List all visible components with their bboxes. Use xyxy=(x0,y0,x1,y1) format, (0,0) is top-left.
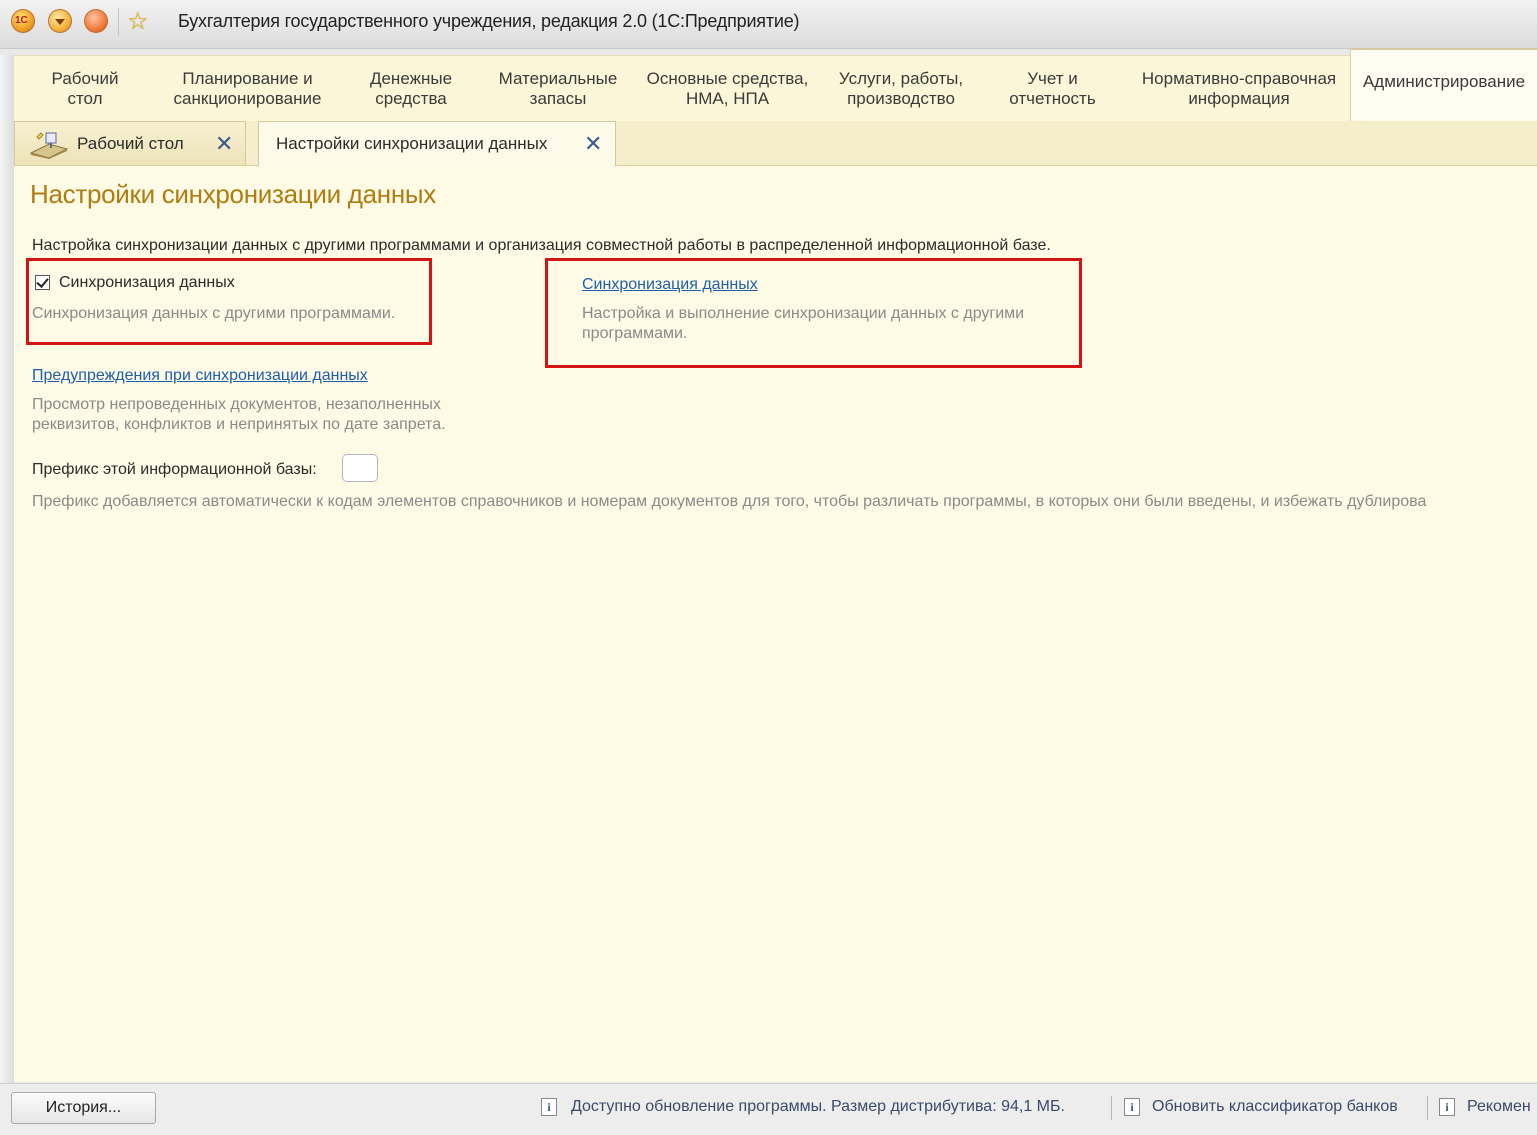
status-update-bank-classifier[interactable]: Обновить классификатор банков xyxy=(1152,1098,1398,1116)
info-icon: i xyxy=(1439,1098,1455,1116)
highlight-box-checkbox xyxy=(26,258,432,345)
section-materials[interactable]: Материальные запасы xyxy=(488,56,628,122)
sync-warnings-hint: Просмотр непроведенных документов, незап… xyxy=(32,396,446,433)
section-fixed-assets[interactable]: Основные средства, НМА, НПА xyxy=(635,56,820,122)
status-update-available[interactable]: Доступно обновление программы. Размер ди… xyxy=(571,1098,1065,1116)
app-logo-icon[interactable]: 1С xyxy=(11,9,35,33)
highlight-box-sync-link xyxy=(545,258,1082,368)
prefix-hint: Префикс добавляется автоматически к кода… xyxy=(32,493,1427,510)
title-bar: 1С ☆ Бухгалтерия государственного учрежд… xyxy=(0,0,1537,49)
main-menu-icon[interactable] xyxy=(48,9,72,33)
tab-desktop[interactable]: Рабочий стол ✕ xyxy=(14,121,246,165)
tab-sync-settings[interactable]: Настройки синхронизации данных ✕ xyxy=(258,121,616,166)
page-title: Настройки синхронизации данных xyxy=(30,179,436,209)
section-cash[interactable]: Денежные средства xyxy=(341,56,481,122)
desktop-icon xyxy=(29,132,69,159)
left-panel-edge xyxy=(0,55,14,1085)
sync-warnings-link[interactable]: Предупреждения при синхронизации данных xyxy=(32,367,368,385)
status-bar: История... i Доступно обновление програм… xyxy=(0,1083,1537,1135)
status-recommendation[interactable]: Рекомен xyxy=(1467,1098,1531,1116)
tab-sync-settings-label: Настройки синхронизации данных xyxy=(276,134,548,153)
prefix-label: Префикс этой информационной базы: xyxy=(32,461,317,478)
info-icon: i xyxy=(541,1098,557,1116)
section-reference-info[interactable]: Нормативно-справочная информация xyxy=(1130,56,1348,122)
prefix-input[interactable] xyxy=(342,454,378,482)
tab-desktop-label: Рабочий стол xyxy=(77,133,184,153)
tab-desktop-close-icon[interactable]: ✕ xyxy=(215,131,233,157)
intro-text: Настройка синхронизации данных с другими… xyxy=(32,237,1051,254)
info-icon: i xyxy=(1124,1098,1140,1116)
history-button[interactable]: История... xyxy=(11,1092,156,1124)
section-desktop[interactable]: Рабочий стол xyxy=(14,56,156,122)
history-circle-icon[interactable] xyxy=(84,9,108,33)
sync-settings-form: Настройки синхронизации данных Настройка… xyxy=(14,166,1537,1082)
open-windows-bar: Рабочий стол ✕ Настройки синхронизации д… xyxy=(14,121,1537,166)
status-divider xyxy=(1111,1096,1112,1120)
section-services[interactable]: Услуги, работы, производство xyxy=(826,56,976,122)
section-reporting[interactable]: Учет и отчетность xyxy=(990,56,1115,122)
titlebar-divider xyxy=(118,8,119,36)
status-divider xyxy=(1427,1096,1428,1120)
section-planning[interactable]: Планирование и санкционирование xyxy=(160,56,335,122)
tab-sync-settings-close-icon[interactable]: ✕ xyxy=(584,131,602,157)
app-window: 1С ☆ Бухгалтерия государственного учрежд… xyxy=(0,0,1537,1135)
section-administration[interactable]: Администрирование xyxy=(1350,48,1537,122)
window-title: Бухгалтерия государственного учреждения,… xyxy=(178,11,800,31)
app-logo-text: 1С xyxy=(15,15,28,26)
favorites-star-icon[interactable]: ☆ xyxy=(127,7,149,36)
sections-panel: Рабочий стол Планирование и санкциониров… xyxy=(14,48,1537,122)
